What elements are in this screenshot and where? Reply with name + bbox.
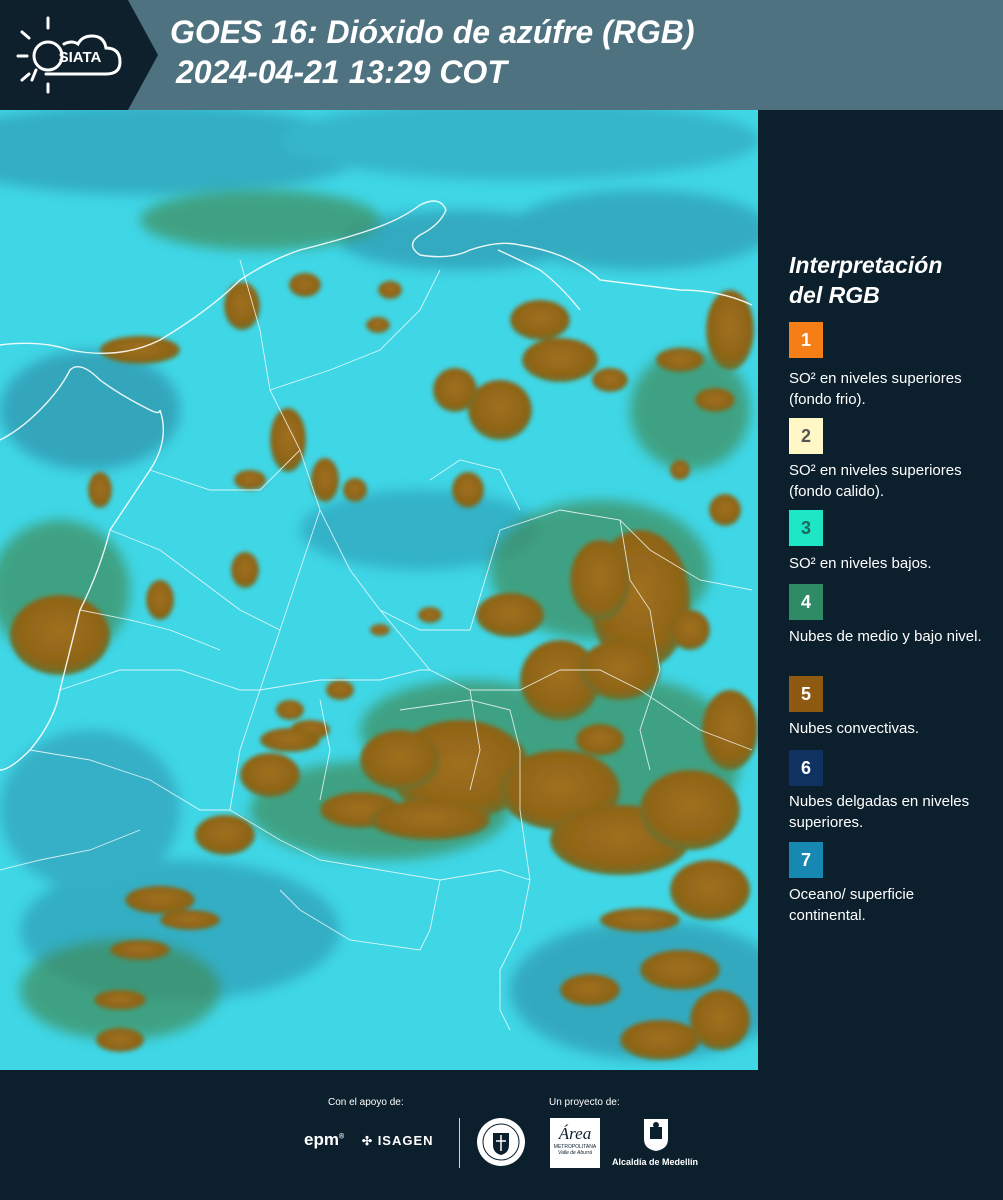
sun-cloud-icon: SIATA [16, 16, 122, 94]
legend-swatch-6: 6 [789, 750, 823, 786]
legend-swatch-4: 4 [789, 584, 823, 620]
area-metropolitana-logo: Área METROPOLITANA Valle de Aburrá [550, 1118, 600, 1168]
area-logo-word: Área [558, 1124, 592, 1143]
legend-swatch-2: 2 [789, 418, 823, 454]
legend-swatch-5: 5 [789, 676, 823, 712]
legend-swatch-number: 6 [800, 757, 811, 778]
legend-label-2: SO² en niveles superiores (fondo calido)… [789, 462, 962, 500]
legend-title-line1: Interpretación [789, 252, 943, 278]
epm-logo-text: epm [304, 1130, 339, 1149]
legend-swatch-number: 5 [800, 683, 811, 704]
alcaldia-label: Alcaldía de Medellín [612, 1157, 699, 1167]
legend-swatch-number: 1 [800, 329, 811, 350]
area-logo-sub2: Valle de Aburrá [557, 1150, 593, 1156]
legend-title: Interpretación del RGB [789, 250, 989, 310]
legend-swatch-number: 7 [800, 849, 811, 870]
isagen-icon: ✣ [362, 1134, 374, 1148]
legend-label-6: Nubes delgadas en niveles superiores. [789, 793, 970, 831]
isagen-logo: ✣ ISAGEN [362, 1133, 434, 1148]
legend-swatch-number: 2 [800, 425, 811, 446]
satellite-map [0, 110, 758, 1070]
legend-label-1: SO² en niveles superiores (fondo frio). [789, 370, 962, 408]
project-label: Un proyecto de: [549, 1097, 620, 1108]
legend-label-7: Oceano/ superficie continental. [789, 886, 915, 924]
legend-swatch-7: 7 [789, 842, 823, 878]
legend-title-line2: del RGB [789, 282, 880, 308]
legend-swatch-1: 1 [789, 322, 823, 358]
satellite-image [0, 110, 758, 1070]
legend-label-3: SO² en niveles bajos. [789, 555, 932, 572]
legend-label-5: Nubes convectivas. [789, 720, 920, 737]
logo-text: SIATA [59, 49, 102, 66]
legend-swatch-number: 3 [800, 517, 811, 538]
header-bar: SIATA GOES 16: Dióxido de azúfre (RGB) 2… [0, 0, 1003, 110]
support-label: Con el apoyo de: [328, 1097, 404, 1108]
legend-label-4: Nubes de medio y bajo nivel. [789, 628, 982, 645]
logo-arrow-shape [128, 0, 158, 110]
epm-logo: epm® [304, 1130, 345, 1149]
isagen-logo-text: ISAGEN [377, 1133, 434, 1148]
page-title: GOES 16: Dióxido de azúfre (RGB) [170, 14, 695, 50]
siata-logo: SIATA [0, 0, 128, 110]
page-timestamp: 2024-04-21 13:29 COT [176, 54, 507, 90]
medellin-seal-icon [477, 1118, 525, 1166]
footer-separator [459, 1118, 460, 1168]
legend-swatch-number: 4 [800, 591, 811, 612]
legend-swatch-3: 3 [789, 510, 823, 546]
alcaldia-shield-icon [644, 1119, 668, 1151]
